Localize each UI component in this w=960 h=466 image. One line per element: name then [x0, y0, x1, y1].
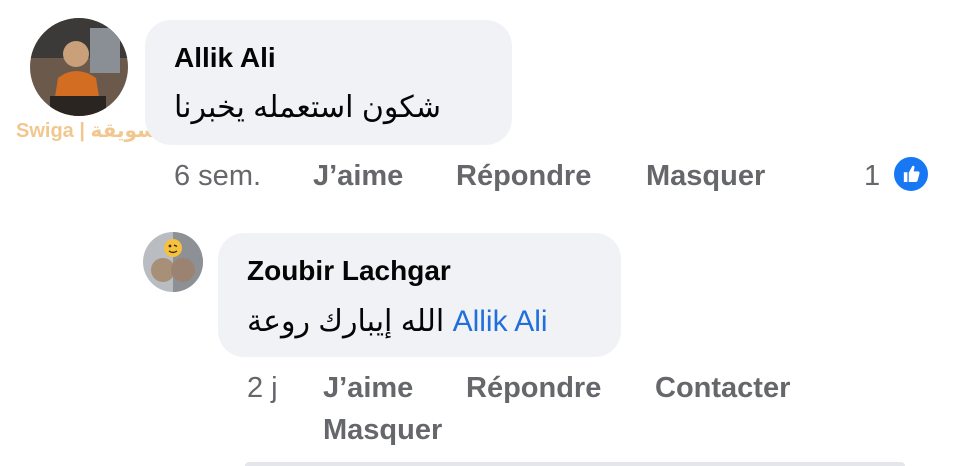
watermark: Swiga | سويقة: [16, 120, 157, 142]
avatar-allik-ali[interactable]: [30, 18, 128, 116]
comment-timestamp[interactable]: 6 sem.: [174, 160, 261, 193]
hide-button[interactable]: Masquer: [646, 160, 765, 193]
comment-bubble: [145, 20, 512, 145]
reply-reply-button[interactable]: Répondre: [466, 372, 601, 405]
avatar-image: [143, 232, 203, 292]
next-comment-bubble: [245, 462, 905, 466]
mention-link[interactable]: Allik Ali: [453, 305, 548, 338]
comment-author-name[interactable]: Allik Ali: [174, 42, 276, 74]
contact-button[interactable]: Contacter: [655, 372, 790, 405]
comment-text: شكون استعمله يخبرنا: [174, 91, 442, 124]
reply-text: الله إيبارك روعة Allik Ali: [247, 304, 548, 339]
avatar-image: [30, 18, 128, 116]
reply-button[interactable]: Répondre: [456, 160, 591, 193]
reaction-count[interactable]: 1: [864, 160, 880, 193]
thumbs-up-icon[interactable]: [892, 155, 930, 193]
reply-message: الله إيبارك روعة: [247, 305, 445, 338]
reply-author-name[interactable]: Zoubir Lachgar: [247, 255, 451, 287]
reply-like-button[interactable]: J’aime: [323, 372, 413, 405]
reply-timestamp[interactable]: 2 j: [247, 372, 278, 405]
like-button[interactable]: J’aime: [313, 160, 403, 193]
reply-hide-button[interactable]: Masquer: [323, 414, 442, 447]
avatar-zoubir-lachgar[interactable]: [143, 232, 203, 292]
